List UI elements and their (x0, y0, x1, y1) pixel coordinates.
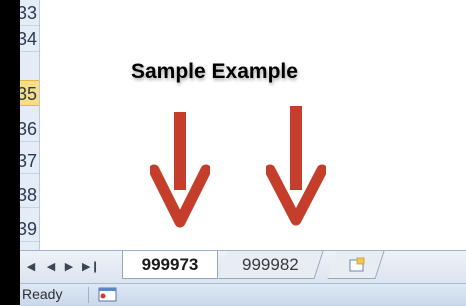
insert-worksheet-tab[interactable] (327, 251, 385, 279)
arrow-down-icon (266, 106, 326, 226)
sheet-tab-bar: ◀ ◀ ▶ ▶❙ 999973 999982 (20, 250, 466, 283)
next-sheet-button[interactable]: ▶ (62, 259, 76, 275)
sheet-tab-999973[interactable]: 999973 (122, 251, 218, 279)
status-divider (88, 287, 89, 303)
arrow-down-icon (150, 112, 210, 228)
status-bar: Ready (20, 283, 466, 306)
first-sheet-button[interactable]: ◀ (24, 259, 38, 275)
annotation-title: Sample Example (131, 60, 298, 83)
sheet-tab-label: 999982 (242, 255, 299, 274)
row-header-37[interactable]: 37 (20, 148, 39, 174)
new-sheet-icon (349, 257, 365, 272)
previous-sheet-button[interactable]: ◀ (44, 259, 58, 275)
row-header-34[interactable]: 34 (20, 26, 39, 52)
row-header-35[interactable]: 35 (20, 80, 39, 106)
sheet-tab-999982[interactable]: 999982 (218, 251, 324, 279)
row-header-33[interactable]: 33 (20, 0, 39, 26)
row-headers: 33 34 35 36 37 38 39 (20, 0, 40, 250)
row-header-38[interactable]: 38 (20, 182, 39, 208)
screen-bezel (0, 0, 20, 305)
row-header-36[interactable]: 36 (20, 116, 39, 142)
status-text: Ready (22, 286, 63, 302)
worksheet-grid[interactable] (40, 0, 466, 250)
last-sheet-button[interactable]: ▶❙ (82, 259, 100, 275)
macro-record-icon[interactable] (98, 287, 118, 303)
row-header-39[interactable]: 39 (20, 216, 39, 242)
